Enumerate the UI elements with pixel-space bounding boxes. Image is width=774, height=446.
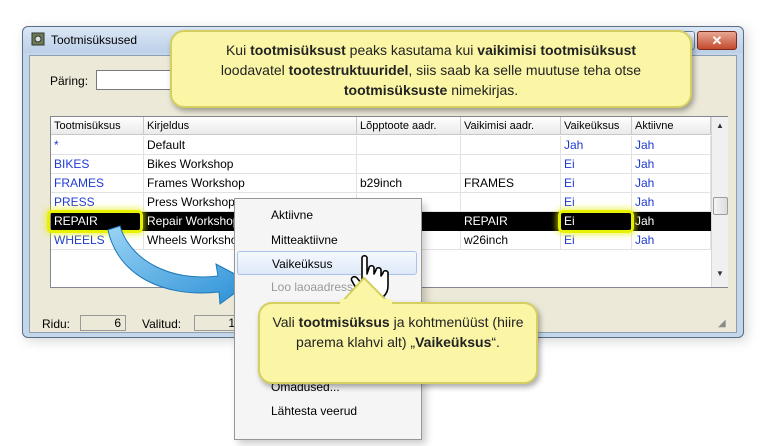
cell-active: Jah bbox=[632, 136, 711, 155]
column-header-final-address[interactable]: Lõpptoote aadr. bbox=[357, 117, 461, 135]
callout-top-text-2: peaks kasutama kui bbox=[345, 42, 478, 58]
callout-bottom-bold-1: tootmisüksus bbox=[298, 314, 390, 330]
callout-top-bold-1: tootmisüksust bbox=[250, 42, 346, 58]
cell-final-address bbox=[357, 155, 461, 174]
cell-final-address bbox=[357, 136, 461, 155]
menu-item-active[interactable]: Aktiivne bbox=[237, 203, 417, 227]
scroll-thumb[interactable] bbox=[713, 197, 728, 215]
close-button[interactable]: ✕ bbox=[697, 31, 737, 50]
table-row[interactable]: * Default Jah Jah bbox=[51, 136, 711, 155]
rows-count-value: 6 bbox=[80, 315, 126, 331]
cell-description: Frames Workshop bbox=[144, 174, 357, 193]
callout-top-text-5: nimekirjas. bbox=[447, 82, 519, 98]
resize-grip-icon[interactable]: ◢ bbox=[718, 318, 732, 332]
scroll-down-icon[interactable]: ▼ bbox=[712, 267, 728, 281]
callout-bottom: Vali tootmisüksus ja kohtmenüüst (hiire … bbox=[258, 302, 538, 384]
selected-count-label: Valitud: bbox=[142, 317, 182, 331]
column-header-description[interactable]: Kirjeldus bbox=[144, 117, 357, 135]
app-icon bbox=[31, 32, 45, 46]
callout-bottom-text-3: “. bbox=[491, 334, 500, 350]
highlight-default-cell bbox=[558, 210, 634, 233]
cell-default-unit: Jah bbox=[561, 136, 632, 155]
vertical-scrollbar[interactable]: ▲ ▼ bbox=[711, 117, 728, 287]
cell-default-unit: Ei bbox=[561, 231, 632, 250]
menu-item-inactive[interactable]: Mitteaktiivne bbox=[237, 228, 417, 252]
cell-default-address: REPAIR bbox=[461, 212, 561, 231]
cell-unit: BIKES bbox=[51, 155, 144, 174]
cell-description: Bikes Workshop bbox=[144, 155, 357, 174]
callout-top-bold-4: tootmisüksuste bbox=[343, 82, 448, 98]
callout-top-bold-3: tootestruktuuridel bbox=[288, 62, 409, 78]
scroll-up-icon[interactable]: ▲ bbox=[712, 119, 728, 133]
cell-final-address: b29inch bbox=[357, 174, 461, 193]
callout-top-bold-2: vaikimisi tootmisüksust bbox=[477, 42, 637, 58]
menu-item-default-unit[interactable]: Vaikeüksus bbox=[237, 251, 417, 275]
column-header-active[interactable]: Aktiivne bbox=[632, 117, 711, 135]
cell-default-address bbox=[461, 136, 561, 155]
callout-bottom-bold-2: Vaikeüksus bbox=[415, 334, 492, 350]
callout-bottom-text-1: Vali bbox=[272, 314, 299, 330]
table-row[interactable]: FRAMES Frames Workshop b29inch FRAMES Ei… bbox=[51, 174, 711, 193]
cell-active: Jah bbox=[632, 193, 711, 212]
column-header-default-address[interactable]: Vaikimisi aadr. bbox=[461, 117, 561, 135]
query-label: Päring: bbox=[50, 74, 89, 88]
rows-count-label: Ridu: bbox=[42, 317, 71, 331]
close-icon: ✕ bbox=[711, 33, 723, 48]
cell-description: Default bbox=[144, 136, 357, 155]
cell-default-address bbox=[461, 193, 561, 212]
column-header-default-unit[interactable]: Vaikeüksus bbox=[561, 117, 632, 135]
cell-active: Jah bbox=[632, 212, 711, 231]
menu-item-reset-columns[interactable]: Lähtesta veerud bbox=[237, 399, 417, 423]
cell-active: Jah bbox=[632, 231, 711, 250]
cell-unit: FRAMES bbox=[51, 174, 144, 193]
cell-active: Jah bbox=[632, 174, 711, 193]
callout-top-text-3: loodavatel bbox=[220, 62, 289, 78]
cell-unit: * bbox=[51, 136, 144, 155]
table-row[interactable]: BIKES Bikes Workshop Ei Jah bbox=[51, 155, 711, 174]
cell-default-address bbox=[461, 155, 561, 174]
cell-default-unit: Ei bbox=[561, 174, 632, 193]
callout-top: Kui tootmisüksust peaks kasutama kui vai… bbox=[170, 30, 692, 108]
callout-top-text-4: , siis saab ka selle muutuse teha otse bbox=[408, 62, 642, 78]
cell-default-address: FRAMES bbox=[461, 174, 561, 193]
column-header-unit[interactable]: Tootmisüksus bbox=[51, 117, 144, 135]
window-title: Tootmisüksused bbox=[51, 33, 138, 47]
callout-top-text-1: Kui bbox=[225, 42, 251, 58]
cell-active: Jah bbox=[632, 155, 711, 174]
callout-bottom-joint bbox=[340, 299, 392, 305]
cell-default-address: w26inch bbox=[461, 231, 561, 250]
cell-default-unit: Ei bbox=[561, 155, 632, 174]
